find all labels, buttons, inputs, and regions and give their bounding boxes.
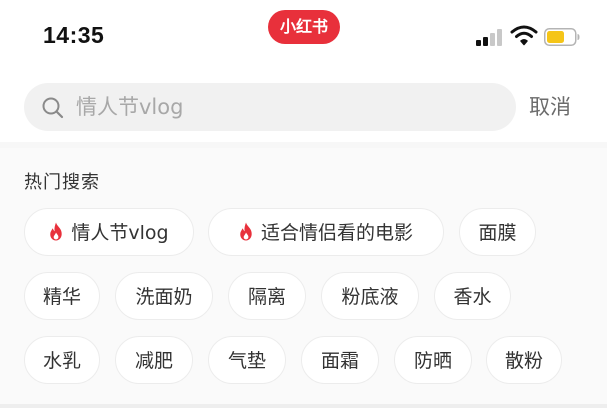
search-input[interactable]: 情人节vlog — [76, 83, 183, 131]
hot-search-chip[interactable]: 隔离 — [228, 272, 306, 320]
hot-search-chip[interactable]: 防晒 — [394, 336, 472, 384]
hot-search-chip-label: 适合情侣看的电影 — [260, 222, 413, 244]
hot-search-chip[interactable]: 香水 — [434, 272, 511, 320]
hot-search-chip[interactable]: 适合情侣看的电影 — [208, 208, 444, 256]
hot-search-chip-label: 粉底液 — [341, 286, 399, 308]
section-title: 热门搜索 — [24, 172, 100, 193]
hot-search-chip-label: 隔离 — [247, 286, 286, 308]
fire-icon — [240, 222, 252, 241]
cellular-signal-icon — [476, 29, 504, 46]
status-bar: 14:35 小红书 — [0, 0, 607, 72]
hot-search-chip-label: 面霜 — [320, 350, 359, 372]
cancel-button[interactable]: 取消 — [529, 91, 571, 123]
hot-search-chip-label: 精华 — [42, 286, 81, 308]
hot-search-chip[interactable]: 粉底液 — [321, 272, 419, 320]
status-time: 14:35 — [43, 22, 105, 48]
hot-search-chip-label: 情人节vlog — [71, 222, 169, 244]
hot-search-chip[interactable]: 气垫 — [208, 336, 286, 384]
hot-search-chip[interactable]: 水乳 — [24, 336, 100, 384]
hot-search-chip-label: 散粉 — [504, 350, 543, 372]
search-box[interactable]: 情人节vlog — [24, 83, 516, 131]
hot-search-section: 热门搜索 情人节vlog 适合情侣看的电影 面膜精华 洗面奶 隔离 粉底液 香水水乳 减肥 气垫… — [0, 148, 607, 408]
search-icon — [42, 97, 64, 119]
hot-search-chip[interactable]: 面霜 — [301, 336, 379, 384]
hot-search-chip-label: 洗面奶 — [135, 286, 193, 308]
hot-search-chip-label: 面膜 — [478, 222, 517, 244]
hot-search-chip[interactable]: 面膜 — [459, 208, 536, 256]
hot-search-chip[interactable]: 散粉 — [486, 336, 562, 384]
fire-icon — [50, 222, 63, 241]
app-logo: 小红书 — [268, 10, 340, 44]
divider — [0, 404, 607, 408]
wifi-icon — [510, 25, 538, 46]
hot-search-chip-label: 水乳 — [42, 350, 81, 372]
hot-search-chip-label: 防晒 — [413, 350, 452, 372]
hot-search-chip[interactable]: 精华 — [24, 272, 100, 320]
battery-icon — [544, 28, 580, 46]
hot-search-chip-label: 气垫 — [227, 350, 266, 372]
search-bar: 情人节vlog 取消 — [0, 72, 607, 142]
hot-search-chip-label: 香水 — [453, 286, 492, 308]
hot-search-chip[interactable]: 情人节vlog — [24, 208, 194, 256]
hot-search-chip[interactable]: 洗面奶 — [115, 272, 213, 320]
hot-search-chip[interactable]: 减肥 — [115, 336, 193, 384]
hot-search-chip-label: 减肥 — [134, 350, 173, 372]
